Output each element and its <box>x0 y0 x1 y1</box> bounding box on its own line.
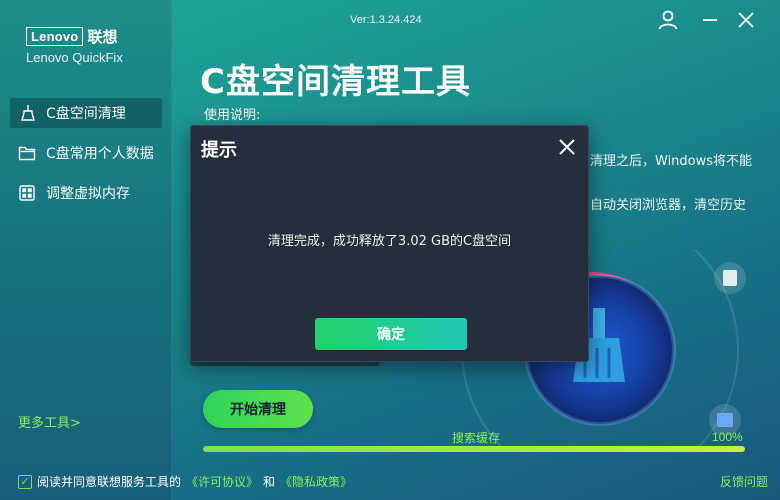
progress-bar-fill <box>203 446 745 452</box>
sidebar-item-personal-data[interactable]: C盘常用个人数据 <box>10 138 162 168</box>
user-icon[interactable] <box>656 8 680 32</box>
dialog-title: 提示 <box>201 140 237 161</box>
usage-label: 使用说明: <box>204 108 261 123</box>
agree-text: 阅读并同意联想服务工具的 <box>37 475 182 489</box>
feedback-link[interactable]: 反馈问题 <box>720 473 768 490</box>
memory-icon <box>19 185 35 201</box>
lenovo-logo: Lenovo 联想 <box>26 26 117 47</box>
close-icon[interactable] <box>734 8 758 32</box>
confirm-button[interactable]: 确定 <box>315 318 467 350</box>
dialog-close-icon[interactable] <box>556 136 578 158</box>
page-title: C盘空间清理工具 <box>200 62 471 102</box>
progress-percent: 100% <box>712 430 743 444</box>
minimize-icon[interactable] <box>698 8 722 32</box>
agree-and: 和 <box>263 475 276 489</box>
logo-brand-cn: 联想 <box>87 28 118 46</box>
agree-checkbox[interactable]: ✓ <box>18 474 32 489</box>
version-label: Ver:1.3.24.424 <box>350 14 422 26</box>
sidebar-item-virtual-memory[interactable]: 调整虚拟内存 <box>10 178 162 208</box>
more-tools-link[interactable]: 更多工具> <box>18 412 81 431</box>
sidebar-item-label: C盘空间清理 <box>46 106 126 122</box>
sidebar-item-label: 调整虚拟内存 <box>46 186 130 202</box>
agreement-row: ✓ 阅读并同意联想服务工具的 《许可协议》和《隐私政策》 <box>18 473 352 490</box>
product-name: Lenovo QuickFix <box>26 50 123 65</box>
start-cleanup-button[interactable]: 开始清理 <box>203 390 313 428</box>
license-link[interactable]: 《许可协议》 <box>186 473 258 490</box>
usage-text-line: 清理之后，Windows将不能 <box>590 154 753 169</box>
logo-brand-en: Lenovo <box>26 27 84 46</box>
sidebar: Lenovo 联想 Lenovo QuickFix C盘空间清理 C盘常用个人数… <box>0 0 172 500</box>
completion-dialog: 提示 清理完成，成功释放了3.02 GB的C盘空间 确定 <box>190 125 589 362</box>
sidebar-item-label: C盘常用个人数据 <box>46 146 154 162</box>
dialog-message: 清理完成，成功释放了3.02 GB的C盘空间 <box>267 234 512 249</box>
broom-icon <box>21 105 35 121</box>
usage-text-line: 自动关闭浏览器，清空历史 <box>590 198 747 213</box>
progress-bar <box>203 446 745 452</box>
progress-label: 搜索缓存 <box>452 431 501 445</box>
folder-icon <box>18 146 36 161</box>
sidebar-menu: C盘空间清理 C盘常用个人数据 调整虚拟内存 <box>10 98 162 218</box>
sidebar-item-c-drive-cleanup[interactable]: C盘空间清理 <box>10 98 162 128</box>
privacy-link[interactable]: 《隐私政策》 <box>280 473 352 490</box>
